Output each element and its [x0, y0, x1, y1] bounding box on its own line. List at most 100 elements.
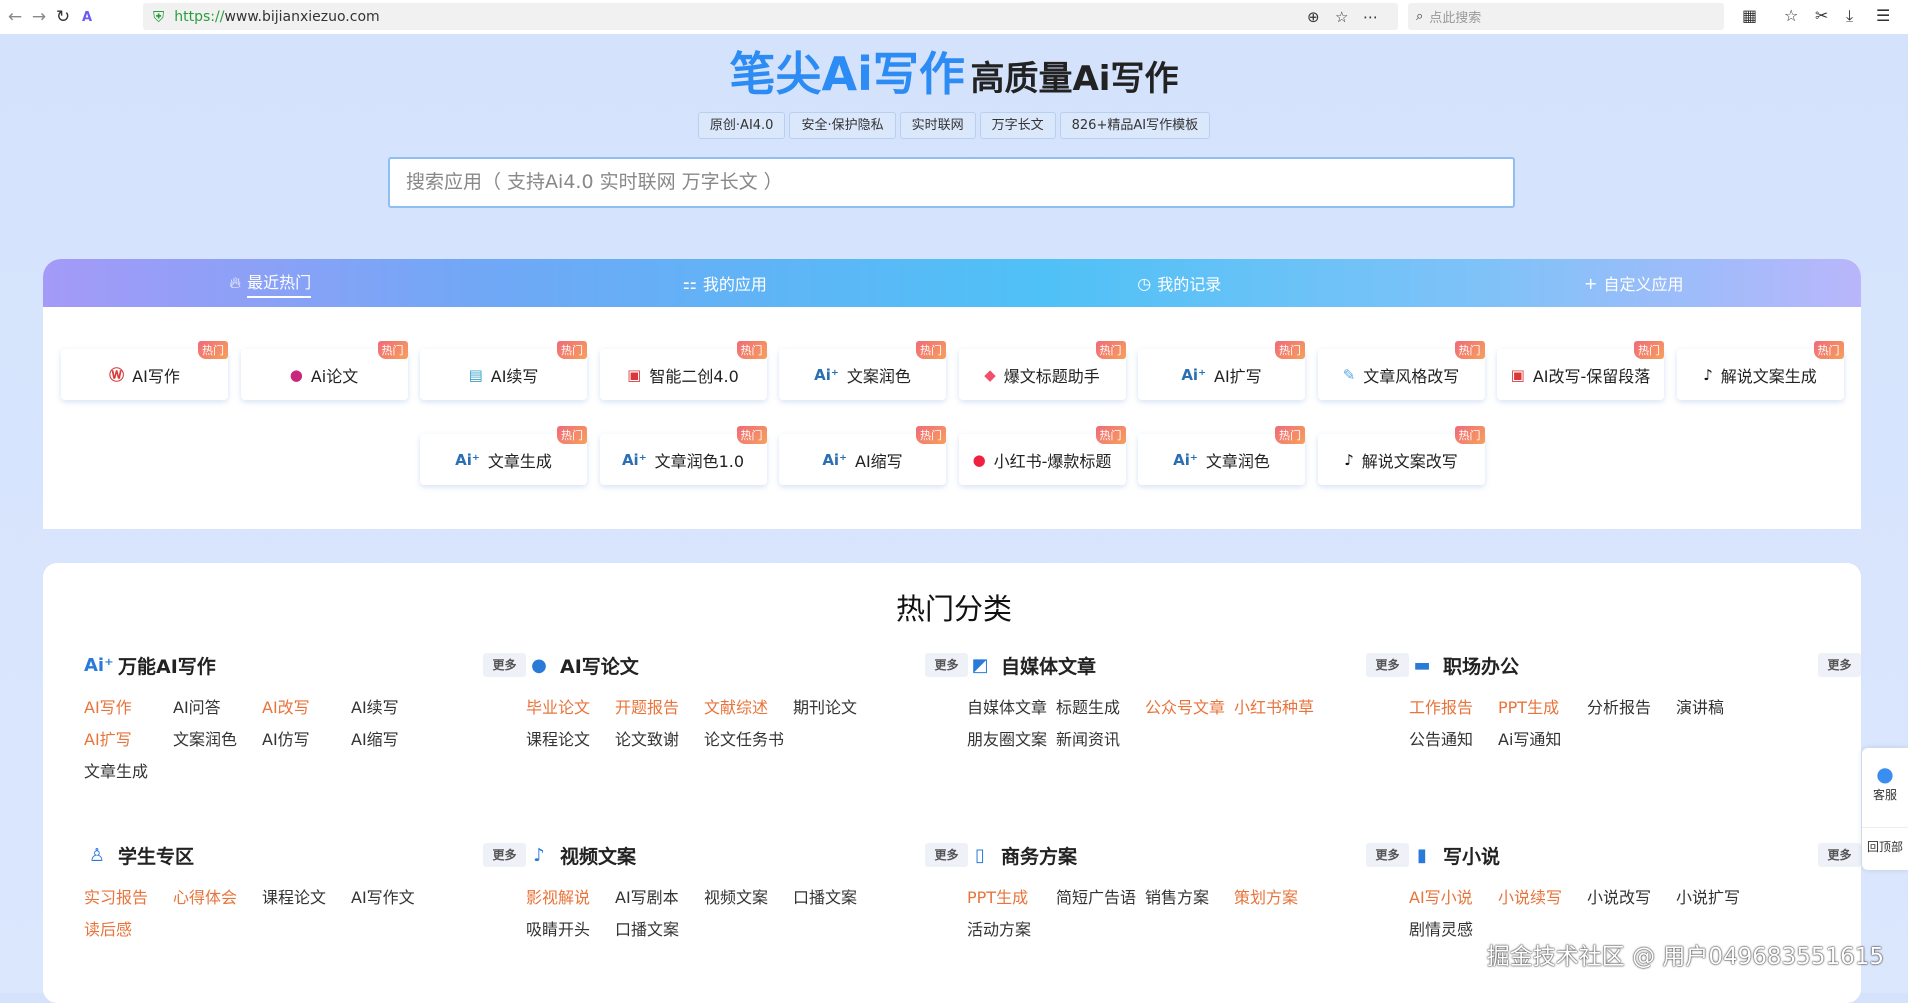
forward-icon[interactable]: →	[30, 7, 48, 27]
category-block: ♙ 学生专区 更多 实习报告 心得体会 课程论文 AI写作文 读后感	[84, 841, 526, 946]
category-link[interactable]: 小说改写	[1587, 882, 1676, 914]
app-card[interactable]: ◆ 爆文标题助手 热门	[958, 341, 1126, 400]
category-link[interactable]: AI写小说	[1409, 882, 1498, 914]
category-link[interactable]: 小红书种草	[1234, 692, 1323, 724]
category-link[interactable]: 公告通知	[1409, 724, 1498, 756]
category-link[interactable]: PPT生成	[967, 882, 1056, 914]
tab-my-apps[interactable]: ⚏ 我的应用	[498, 259, 953, 307]
more-button[interactable]: 更多	[925, 653, 968, 677]
app-card[interactable]: ▣ AI改写-保留段落 热门	[1497, 341, 1664, 400]
reload-icon[interactable]: ↻	[54, 7, 72, 27]
tab-recent-hot[interactable]: 🔥︎ 最近热门	[43, 259, 498, 307]
menu-icon[interactable]: ☰	[1876, 6, 1890, 25]
category-link[interactable]: 期刊论文	[793, 692, 882, 724]
app-card[interactable]: Ai⁺ AI缩写 热门	[779, 426, 946, 485]
category-link[interactable]: 论文任务书	[704, 724, 793, 756]
category-link[interactable]: 文案润色	[173, 724, 262, 756]
browser-search-input[interactable]: ⌕ 点此搜索	[1408, 3, 1724, 30]
ai-write-icon: Ⓦ	[109, 366, 125, 384]
app-card[interactable]: ▣ 智能二创4.0 热门	[599, 341, 767, 400]
category-link[interactable]: 简短广告语	[1056, 882, 1145, 914]
category-link[interactable]: AI扩写	[84, 724, 173, 756]
category-link[interactable]: AI续写	[351, 692, 440, 724]
back-to-top-button[interactable]: 回顶部	[1862, 828, 1908, 855]
category-link[interactable]: 策划方案	[1234, 882, 1323, 914]
category-link[interactable]: 读后感	[84, 914, 173, 946]
category-link[interactable]: 标题生成	[1056, 692, 1145, 724]
app-card[interactable]: Ai⁺ 文章润色1.0 热门	[599, 426, 767, 485]
customer-service-button[interactable]: ● 客服	[1862, 748, 1908, 828]
category-link[interactable]: 课程论文	[262, 882, 351, 914]
app-card[interactable]: Ai⁺ 文章生成 热门	[420, 426, 587, 485]
category-link[interactable]: 实习报告	[84, 882, 173, 914]
app-card[interactable]: ● 小红书-爆款标题 热门	[958, 426, 1126, 485]
more-button[interactable]: 更多	[1366, 653, 1409, 677]
category-link[interactable]: 文章生成	[84, 756, 173, 788]
app-card[interactable]: Ai⁺ AI扩写 热门	[1138, 341, 1305, 400]
continue-icon: ▤	[468, 365, 483, 384]
tab-custom-app[interactable]: + 自定义应用	[1407, 259, 1862, 307]
category-link[interactable]: 朋友圈文案	[967, 724, 1056, 756]
category-link[interactable]: 活动方案	[967, 914, 1056, 946]
category-link[interactable]: 自媒体文章	[967, 692, 1056, 724]
more-button[interactable]: 更多	[1818, 653, 1861, 677]
category-block: ▯ 商务方案 更多 PPT生成 简短广告语 销售方案 策划方案 活动方案	[967, 841, 1409, 946]
address-bar[interactable]: ⛨ https://www.bijianxiezuo.com ⊕ ☆ ⋯	[143, 3, 1398, 30]
tab-my-records[interactable]: ◷ 我的记录	[952, 259, 1407, 307]
category-link[interactable]: 新闻资讯	[1056, 724, 1145, 756]
scissors-icon[interactable]: ✂	[1815, 6, 1828, 25]
category-link[interactable]: 吸睛开头	[526, 914, 615, 946]
category-link[interactable]: 小说扩写	[1676, 882, 1765, 914]
back-icon[interactable]: ←	[6, 7, 24, 27]
app-card[interactable]: ♪ 解说文案改写 热门	[1317, 426, 1485, 485]
hot-badge: 热门	[736, 426, 767, 444]
category-link[interactable]: AI改写	[262, 692, 351, 724]
app-search-input[interactable]: 搜索应用（ 支持Ai4.0 实时联网 万字长文 ）	[388, 157, 1515, 208]
app-card[interactable]: Ai⁺ 文章润色 热门	[1138, 426, 1305, 485]
category-link[interactable]: 演讲稿	[1676, 692, 1765, 724]
category-link[interactable]: AI写作文	[351, 882, 440, 914]
more-button[interactable]: 更多	[483, 653, 526, 677]
category-link[interactable]: 剧情灵感	[1409, 914, 1498, 946]
category-link[interactable]: AI缩写	[351, 724, 440, 756]
app-card[interactable]: Ai⁺ 文案润色 热门	[779, 341, 946, 400]
category-link[interactable]: AI写作	[84, 692, 173, 724]
category-link[interactable]: 论文致谢	[615, 724, 704, 756]
zoom-icon[interactable]: ⊕	[1307, 8, 1320, 26]
category-link[interactable]: 文献综述	[704, 692, 793, 724]
favorites-icon[interactable]: ☆	[1784, 6, 1798, 25]
category-link[interactable]: AI问答	[173, 692, 262, 724]
category-link[interactable]: 销售方案	[1145, 882, 1234, 914]
category-link[interactable]: 公众号文章	[1145, 692, 1234, 724]
app-card[interactable]: ✎ 文章风格改写 热门	[1317, 341, 1485, 400]
app-card[interactable]: ♪ 解说文案生成 热门	[1676, 341, 1844, 400]
app-card[interactable]: ▤ AI续写 热门	[420, 341, 587, 400]
category-link[interactable]: 工作报告	[1409, 692, 1498, 724]
category-link[interactable]: 口播文案	[615, 914, 704, 946]
star-icon[interactable]: ☆	[1335, 8, 1348, 26]
more-button[interactable]: 更多	[925, 843, 968, 867]
category-link[interactable]: 口播文案	[793, 882, 882, 914]
category-link[interactable]: AI仿写	[262, 724, 351, 756]
apps-icon[interactable]: ▦	[1742, 6, 1757, 25]
app-card[interactable]: Ⓦ AI写作 热门	[61, 341, 228, 400]
category-link[interactable]: Ai写通知	[1498, 724, 1587, 756]
more-button[interactable]: 更多	[1366, 843, 1409, 867]
category-link[interactable]: AI写剧本	[615, 882, 704, 914]
category-link[interactable]: 开题报告	[615, 692, 704, 724]
more-button[interactable]: 更多	[483, 843, 526, 867]
category-link[interactable]: 视频文案	[704, 882, 793, 914]
category-link[interactable]: 心得体会	[173, 882, 262, 914]
category-link[interactable]: 毕业论文	[526, 692, 615, 724]
category-link[interactable]: 课程论文	[526, 724, 615, 756]
category-link[interactable]: PPT生成	[1498, 692, 1587, 724]
category-block: ● AI写论文 更多 毕业论文 开题报告 文献综述 期刊论文 课程论文 论文致谢 论文任务书	[526, 651, 968, 756]
more-icon[interactable]: ⋯	[1363, 8, 1378, 26]
app-card[interactable]: ● Ai论文 热门	[240, 341, 408, 400]
category-link[interactable]: 小说续写	[1498, 882, 1587, 914]
download-icon[interactable]: ⤓	[1846, 6, 1853, 26]
category-link[interactable]: 分析报告	[1587, 692, 1676, 724]
category-link[interactable]: 影视解说	[526, 882, 615, 914]
apps-panel: 🔥︎ 最近热门 ⚏ 我的应用 ◷ 我的记录 + 自定义应用 Ⓦ AI写作 热门 ● Ai论文 热门…	[43, 259, 1861, 529]
more-button[interactable]: 更多	[1818, 843, 1861, 867]
